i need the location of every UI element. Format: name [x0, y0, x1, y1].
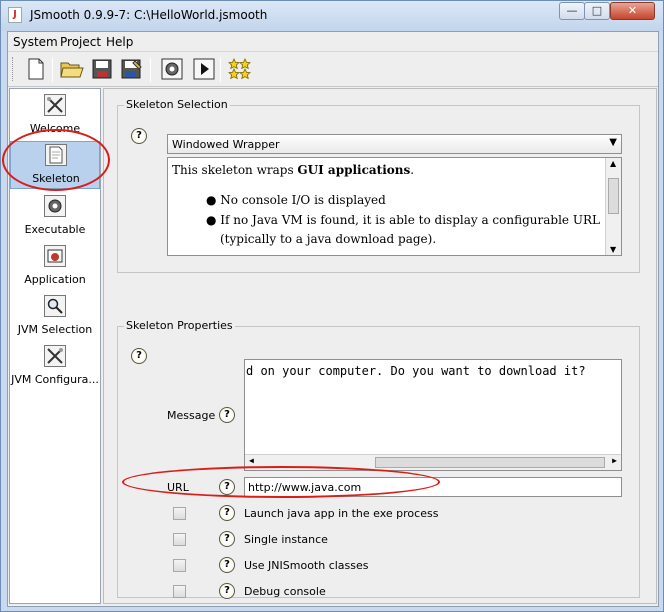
help-icon[interactable]: ?: [131, 128, 147, 144]
debug-console-checkbox[interactable]: [173, 585, 186, 598]
java-app-icon: J: [8, 7, 22, 23]
sidebar-item-jvm-configuration[interactable]: JVM Configura...: [10, 343, 100, 391]
single-instance-checkbox[interactable]: [173, 533, 186, 546]
menu-system[interactable]: System: [13, 35, 58, 49]
jvm-config-icon: [44, 345, 66, 367]
help-icon[interactable]: ?: [219, 531, 235, 547]
skeleton-dropdown[interactable]: Windowed Wrapper ▼: [167, 134, 622, 154]
toolbar-separator: [220, 58, 221, 82]
annotation-ellipse-launch-option: [122, 466, 440, 498]
menu-project[interactable]: Project: [60, 35, 101, 49]
group-title: Skeleton Selection: [124, 98, 230, 111]
chevron-down-icon: ▼: [609, 137, 617, 148]
group-title: Skeleton Properties: [124, 319, 235, 332]
description-bullet: ● No console I/O is displayed: [206, 193, 386, 207]
help-icon[interactable]: ?: [219, 583, 235, 599]
sidebar-item-application[interactable]: Application: [10, 243, 100, 291]
sidebar-item-executable[interactable]: Executable: [10, 193, 100, 241]
toolbar-grip[interactable]: [12, 57, 15, 81]
menu-bar: System Project Help: [8, 32, 658, 52]
message-label: Message: [167, 409, 216, 422]
sidebar-item-jvm-selection[interactable]: JVM Selection: [10, 293, 100, 341]
window-content: System Project Help Welcome Skeleton Exe…: [7, 31, 659, 607]
scroll-right-icon[interactable]: ▶: [612, 456, 617, 465]
scrollbar-thumb[interactable]: [375, 457, 605, 468]
minimize-button[interactable]: —: [559, 2, 585, 20]
jnismooth-label: Use JNISmooth classes: [244, 559, 369, 572]
toolbar: [8, 53, 658, 87]
toolbar-separator: [52, 58, 53, 82]
description-bullet: ● If no Java VM is found, it is able to …: [206, 213, 600, 227]
help-icon[interactable]: ?: [131, 348, 147, 364]
sidebar-item-label: JVM Configura...: [11, 373, 99, 386]
jvm-search-icon: [44, 295, 66, 317]
help-icon[interactable]: ?: [219, 505, 235, 521]
message-textarea[interactable]: d on your computer. Do you want to downl…: [244, 359, 622, 471]
save-as-icon[interactable]: [120, 57, 144, 81]
launch-in-exe-label: Launch java app in the exe process: [244, 507, 439, 520]
debug-console-label: Debug console: [244, 585, 326, 598]
welcome-tools-icon: [44, 94, 66, 116]
description-scrollbar[interactable]: ▲ ▼: [605, 158, 621, 255]
description-bullet-continued: (typically to a java download page).: [220, 232, 437, 246]
skeleton-properties-group: Skeleton Properties ? Message ? d on you…: [117, 319, 640, 599]
maximize-button[interactable]: □: [584, 2, 610, 20]
window-title: JSmooth 0.9.9-7: C:\HelloWorld.jsmooth: [30, 8, 268, 22]
open-folder-icon[interactable]: [60, 57, 84, 81]
about-stars-icon[interactable]: [228, 57, 252, 81]
single-instance-label: Single instance: [244, 533, 328, 546]
jnismooth-checkbox[interactable]: [173, 559, 186, 572]
scroll-up-icon[interactable]: ▲: [610, 159, 616, 168]
run-icon[interactable]: [192, 57, 216, 81]
launch-in-exe-checkbox[interactable]: [173, 507, 186, 520]
scroll-down-icon[interactable]: ▼: [610, 245, 616, 254]
scrollbar-thumb[interactable]: [608, 178, 619, 214]
sidebar-item-label: JVM Selection: [17, 323, 93, 336]
help-icon[interactable]: ?: [219, 407, 235, 423]
help-icon[interactable]: ?: [219, 557, 235, 573]
scroll-left-icon[interactable]: ◀: [249, 456, 254, 465]
message-text: d on your computer. Do you want to downl…: [246, 364, 586, 378]
application-icon: [44, 245, 66, 267]
annotation-ellipse-skeleton: [2, 129, 110, 191]
main-panel: Skeleton Selection ? Windowed Wrapper ▼ …: [103, 88, 657, 604]
title-bar[interactable]: J JSmooth 0.9.9-7: C:\HelloWorld.jsmooth…: [1, 1, 663, 31]
compile-icon[interactable]: [160, 57, 184, 81]
close-button[interactable]: ✕: [610, 2, 655, 20]
save-icon[interactable]: [90, 57, 114, 81]
skeleton-selection-group: Skeleton Selection ? Windowed Wrapper ▼ …: [117, 98, 640, 273]
toolbar-separator: [150, 58, 151, 82]
description-text: This skeleton wraps GUI applications.: [172, 163, 415, 177]
sidebar-item-label: Executable: [24, 223, 86, 236]
skeleton-description: This skeleton wraps GUI applications. ● …: [167, 157, 622, 256]
menu-help[interactable]: Help: [106, 35, 133, 49]
sidebar-item-label: Application: [24, 273, 86, 286]
executable-gear-icon: [44, 195, 66, 217]
new-file-icon[interactable]: [24, 57, 48, 81]
app-window: J JSmooth 0.9.9-7: C:\HelloWorld.jsmooth…: [0, 0, 664, 612]
skeleton-dropdown-value: Windowed Wrapper: [172, 138, 280, 151]
